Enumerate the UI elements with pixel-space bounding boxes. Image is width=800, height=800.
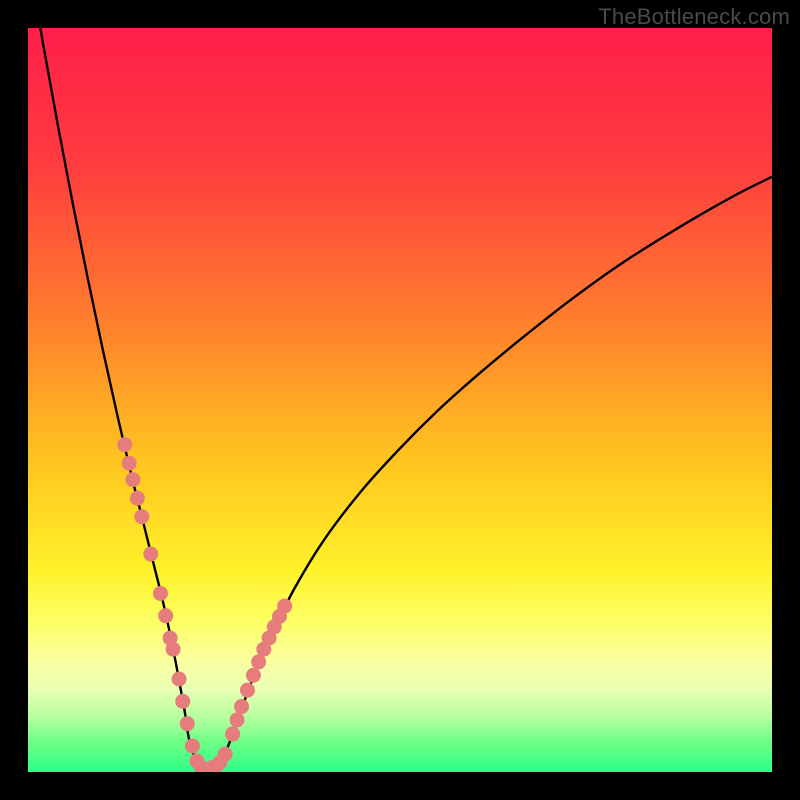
marker-dot [172, 672, 187, 687]
marker-dot [166, 642, 181, 657]
marker-dot [240, 683, 255, 698]
marker-dot [277, 599, 292, 614]
marker-dot [117, 437, 132, 452]
marker-dot [125, 472, 140, 487]
marker-dot [218, 747, 233, 762]
marker-dot [143, 547, 158, 562]
marker-dot [185, 738, 200, 753]
marker-dot [130, 491, 145, 506]
watermark-text: TheBottleneck.com [598, 4, 790, 30]
marker-dot [234, 699, 249, 714]
plot-area [28, 28, 772, 772]
chart-frame: TheBottleneck.com [0, 0, 800, 800]
marker-dot [134, 509, 149, 524]
bottleneck-curve [28, 28, 772, 769]
marker-dot [180, 716, 195, 731]
marker-dot [246, 668, 261, 683]
curve-markers [117, 437, 292, 772]
marker-dot [225, 727, 240, 742]
marker-dot [158, 608, 173, 623]
marker-dot [122, 456, 137, 471]
marker-dot [175, 694, 190, 709]
curve-layer [28, 28, 772, 772]
marker-dot [153, 586, 168, 601]
marker-dot [230, 712, 245, 727]
